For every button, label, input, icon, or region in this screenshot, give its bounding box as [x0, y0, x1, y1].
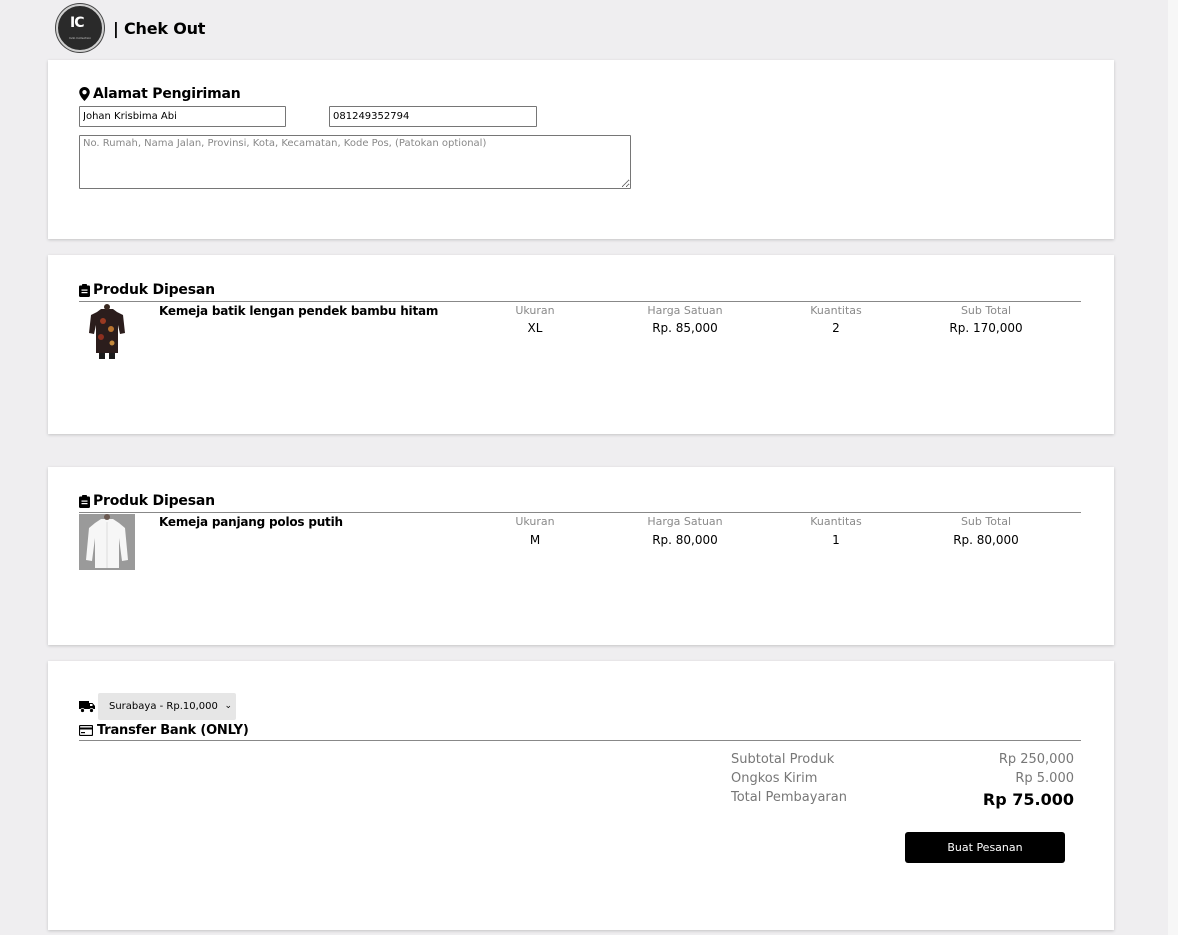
- subtotal-label: Subtotal Produk: [731, 752, 835, 767]
- shipping-cost-label: Ongkos Kirim: [731, 771, 818, 786]
- payment-method: Transfer Bank (ONLY): [79, 723, 249, 738]
- product-name: Kemeja panjang polos putih: [159, 515, 343, 529]
- ordered-products-title: Produk Dipesan: [79, 493, 215, 509]
- product-unit-price: Rp. 80,000: [652, 533, 718, 547]
- product-size: M: [529, 533, 541, 547]
- chevron-down-icon: ⌄: [224, 701, 232, 711]
- total-payment-label: Total Pembayaran: [731, 790, 847, 805]
- column-header-quantity: Kuantitas: [810, 304, 862, 317]
- ordered-products-title: Produk Dipesan: [79, 282, 215, 298]
- divider: [79, 512, 1081, 513]
- address-card: Alamat Pengiriman: [48, 60, 1114, 239]
- payment-card: Surabaya - Rp.10,000 ⌄ Transfer Bank (ON…: [48, 661, 1114, 930]
- logo-mark: IC: [70, 15, 85, 31]
- column-header-quantity: Kuantitas: [810, 515, 862, 528]
- phone-number-input[interactable]: [329, 106, 537, 127]
- clipboard-icon: [79, 283, 90, 297]
- place-order-button[interactable]: Buat Pesanan: [905, 832, 1065, 863]
- product-unit-price: Rp. 85,000: [652, 321, 718, 335]
- clipboard-icon: [79, 494, 90, 508]
- address-title-label: Alamat Pengiriman: [93, 86, 241, 102]
- logo-text: Indo Collection: [68, 36, 92, 40]
- column-header-subtotal: Sub Total: [960, 304, 1012, 317]
- divider: [79, 740, 1081, 741]
- page-title: | Chek Out: [113, 18, 206, 38]
- product-card: Produk Dipesan Kemeja batik lengan pende…: [48, 255, 1114, 434]
- product-subtotal: Rp. 170,000: [949, 321, 1023, 335]
- credit-card-icon: [79, 725, 93, 736]
- store-logo[interactable]: IC Indo Collection: [56, 4, 104, 52]
- payment-method-label: Transfer Bank (ONLY): [97, 723, 249, 738]
- subtotal-value: Rp 250,000: [998, 752, 1074, 767]
- page-header: IC Indo Collection | Chek Out: [56, 4, 205, 52]
- ordered-products-label: Produk Dipesan: [93, 493, 215, 509]
- product-image-batik-shirt[interactable]: [79, 303, 135, 359]
- column-header-unit-price: Harga Satuan: [647, 304, 723, 317]
- shipping-cost-value: Rp 5.000: [1015, 771, 1074, 786]
- column-header-size: Ukuran: [515, 304, 555, 317]
- divider: [79, 301, 1081, 302]
- truck-icon: [79, 701, 95, 713]
- product-card: Produk Dipesan Kemeja panjang polos puti…: [48, 467, 1114, 645]
- product-size: XL: [527, 321, 543, 335]
- shipping-selected-value: Surabaya - Rp.10,000: [109, 701, 218, 712]
- map-pin-icon: [79, 87, 90, 101]
- ordered-products-label: Produk Dipesan: [93, 282, 215, 298]
- page-scrollbar[interactable]: [1168, 0, 1178, 935]
- shipping-select[interactable]: Surabaya - Rp.10,000 ⌄: [98, 693, 236, 720]
- address-section-title: Alamat Pengiriman: [79, 86, 241, 102]
- recipient-name-input[interactable]: [79, 106, 286, 127]
- product-subtotal: Rp. 80,000: [953, 533, 1019, 547]
- column-header-unit-price: Harga Satuan: [647, 515, 723, 528]
- product-quantity: 2: [832, 321, 840, 335]
- column-header-size: Ukuran: [515, 515, 555, 528]
- column-header-subtotal: Sub Total: [960, 515, 1012, 528]
- address-textarea[interactable]: [79, 135, 631, 189]
- product-name: Kemeja batik lengan pendek bambu hitam: [159, 304, 439, 318]
- product-quantity: 1: [832, 533, 840, 547]
- product-image-white-shirt[interactable]: [79, 514, 135, 570]
- total-payment-value: Rp 75.000: [982, 790, 1074, 809]
